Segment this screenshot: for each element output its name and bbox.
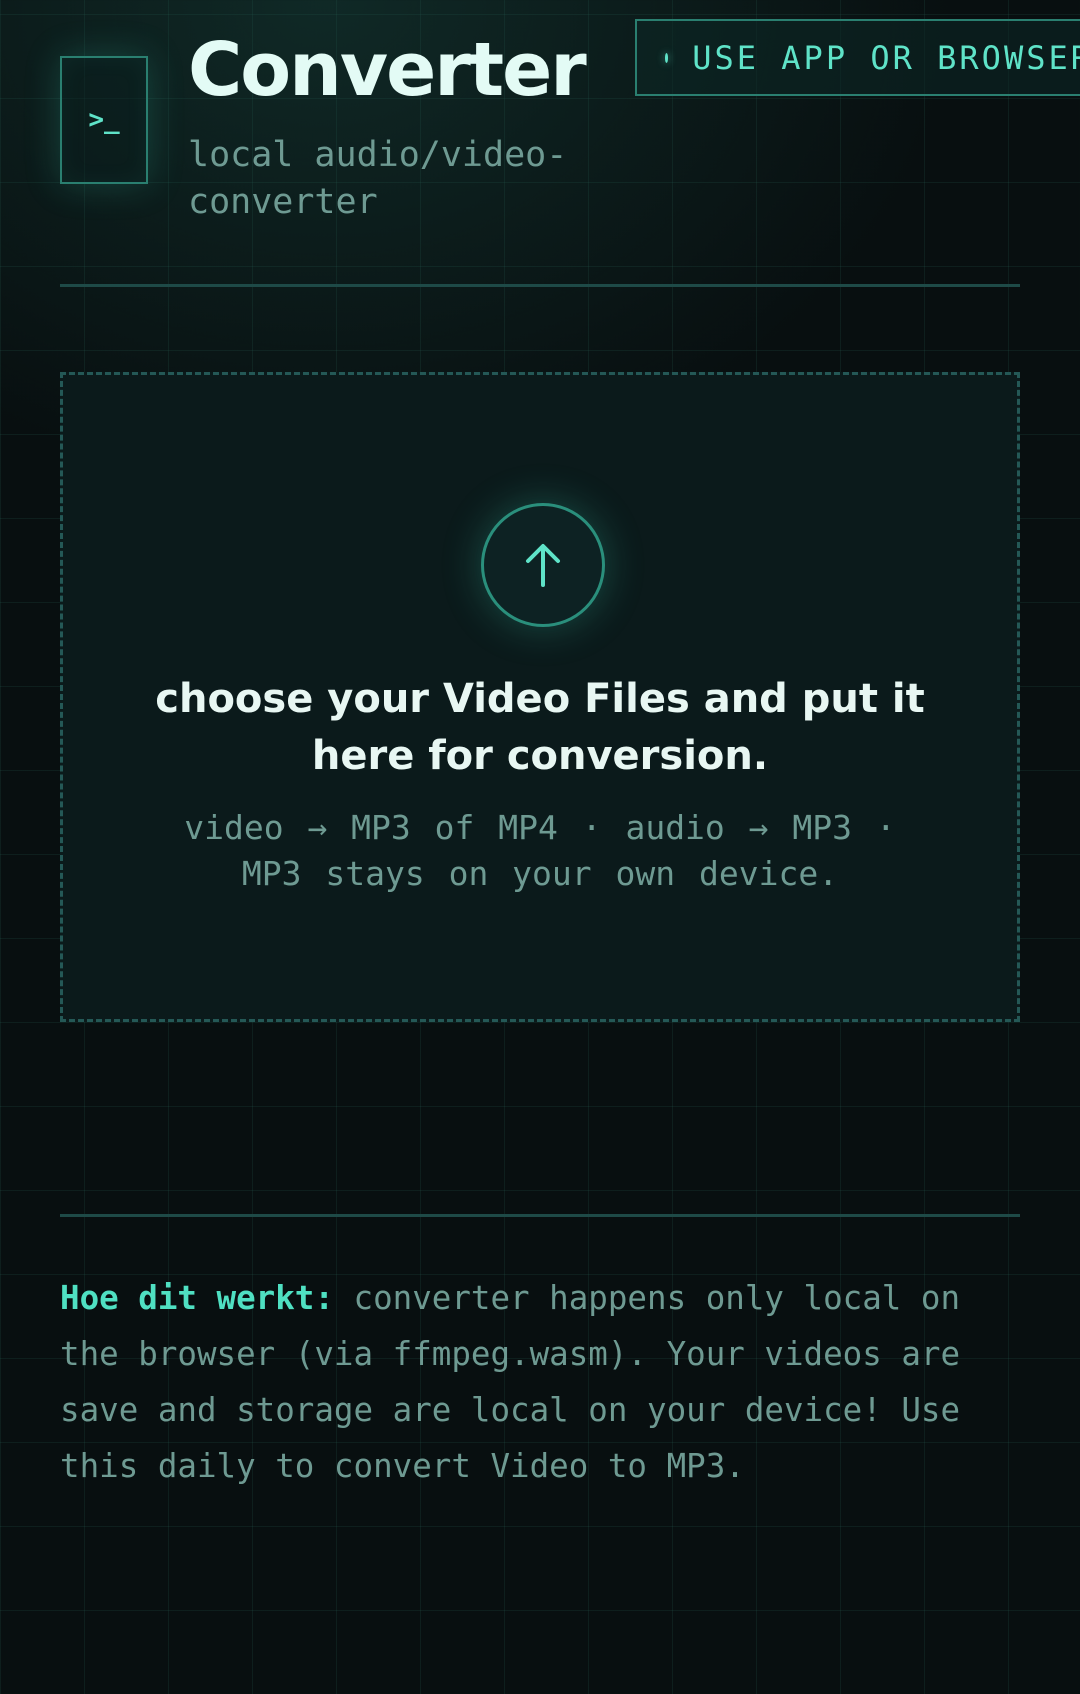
app-subtitle: local audio/video-converter [188, 135, 568, 222]
dropzone-hint: video → MP3 of MP4 · audio → MP3 · MP3 s… [184, 808, 896, 893]
how-it-works-text: Hoe dit werkt: converter happens only lo… [60, 1270, 1020, 1494]
dropzone-heading: choose your Video Files and put it here … [155, 676, 925, 779]
file-dropzone[interactable]: choose your Video Files and put it here … [60, 372, 1020, 1022]
status-dot-icon [665, 52, 669, 63]
upload-arrow-icon [526, 544, 560, 587]
how-it-works-label: Hoe dit werkt: [60, 1279, 334, 1317]
app-title: Converter [188, 27, 587, 113]
upload-button[interactable] [481, 503, 605, 627]
mode-badge-label: USE APP OR BROWSER [692, 38, 1080, 77]
terminal-prompt-icon: >_ [88, 105, 120, 135]
terminal-logo: >_ [60, 56, 148, 184]
mode-badge: USE APP OR BROWSER [635, 19, 1080, 96]
header-divider [60, 284, 1020, 287]
footer-divider [60, 1214, 1020, 1217]
